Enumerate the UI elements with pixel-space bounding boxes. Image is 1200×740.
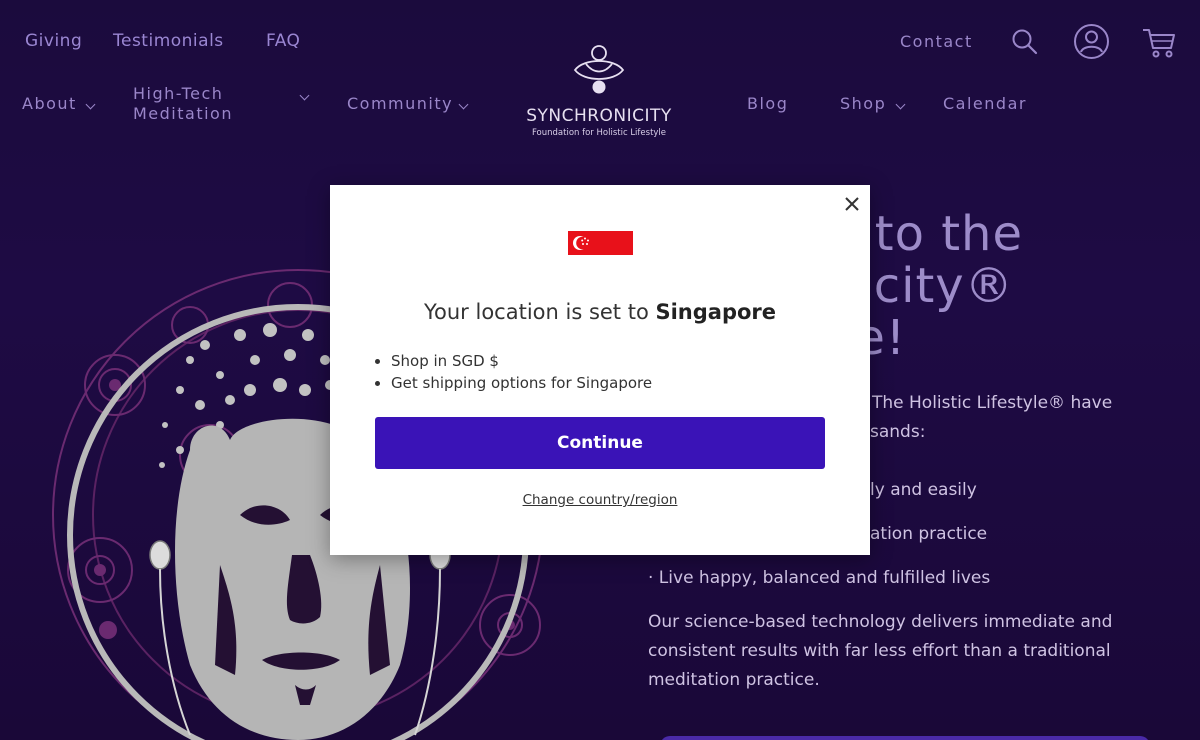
nav-blog[interactable]: Blog (747, 94, 788, 113)
nav-shop[interactable]: Shop (840, 94, 886, 113)
lotus-logo-icon (573, 45, 625, 94)
modal-heading-country: Singapore (655, 300, 777, 324)
close-icon[interactable] (843, 195, 861, 213)
nav-high-tech-meditation-line2[interactable]: Meditation (133, 104, 233, 123)
modal-bullet-currency: Shop in SGD $ (391, 350, 652, 372)
hero-bullet3: · Live happy, balanced and fulfilled liv… (648, 568, 991, 588)
account-icon[interactable] (1073, 23, 1110, 60)
chevron-down-icon (299, 90, 310, 101)
hero-intro-line2: sands: (870, 422, 926, 442)
singapore-flag-icon (568, 231, 633, 255)
logo-tagline: Foundation for Holistic Lifestyle (531, 128, 667, 138)
site-logo[interactable]: SYNCHRONICITY Foundation for Holistic Li… (515, 44, 683, 144)
chevron-down-icon (85, 99, 96, 110)
nav-contact[interactable]: Contact (900, 32, 973, 51)
nav-giving[interactable]: Giving (25, 31, 82, 51)
chevron-down-icon (458, 99, 469, 110)
nav-community[interactable]: Community (347, 94, 453, 113)
modal-heading: Your location is set to Singapore (330, 300, 870, 324)
chevron-down-icon (895, 99, 906, 110)
nav-about[interactable]: About (22, 94, 77, 113)
hero-body-line3: meditation practice. (648, 670, 820, 690)
nav-faq[interactable]: FAQ (266, 31, 300, 51)
hero-bullet2: ation practice (870, 524, 988, 544)
nav-calendar[interactable]: Calendar (943, 94, 1027, 113)
modal-heading-prefix: Your location is set to (423, 300, 656, 324)
search-icon[interactable] (1011, 28, 1039, 56)
nav-high-tech-meditation[interactable]: High-Tech (133, 84, 223, 103)
nav-testimonials[interactable]: Testimonials (113, 31, 224, 51)
change-country-link[interactable]: Change country/region (330, 492, 870, 508)
hero-body-line2: consistent results with far less effort … (648, 641, 1111, 661)
hero-body-line1: Our science-based technology delivers im… (648, 612, 1113, 632)
cart-icon[interactable] (1141, 24, 1177, 60)
modal-bullet-list: Shop in SGD $ Get shipping options for S… (391, 350, 652, 394)
hero-bullet1: ly and easily (870, 480, 977, 500)
location-modal: Your location is set to Singapore Shop i… (330, 185, 870, 555)
logo-name: SYNCHRONICITY (526, 106, 672, 126)
nav-high-tech-line1: High-Tech (133, 84, 224, 103)
hero-intro-line1: The Holistic Lifestyle® have (872, 393, 1113, 413)
continue-button[interactable]: Continue (375, 417, 825, 469)
modal-bullet-shipping: Get shipping options for Singapore (391, 372, 652, 394)
nav-high-tech-line2: Meditation (133, 104, 233, 123)
hero-cta-button[interactable] (660, 736, 1150, 740)
